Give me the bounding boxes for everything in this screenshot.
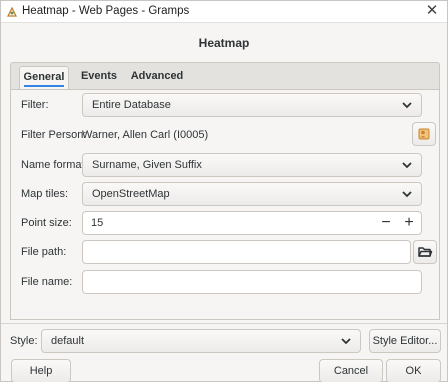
filter-person-label: Filter Person: <box>21 129 87 141</box>
map-tiles-label: Map tiles: <box>21 188 69 200</box>
filter-value: Entire Database <box>92 99 171 111</box>
point-size-spinbutton[interactable]: 15 − + <box>82 211 422 235</box>
ok-button[interactable]: OK <box>386 359 441 382</box>
file-name-label: File name: <box>21 276 73 288</box>
dialog-heading: Heatmap <box>198 36 250 50</box>
increase-button[interactable]: + <box>398 212 420 234</box>
tab-general-label: General <box>23 71 65 87</box>
name-format-label: Name format: <box>21 159 88 171</box>
file-name-field[interactable] <box>82 270 422 294</box>
title-bar[interactable]: Heatmap - Web Pages - Gramps ✕ <box>1 1 447 23</box>
select-person-button[interactable] <box>412 122 436 146</box>
help-button[interactable]: Help <box>11 359 71 382</box>
style-value: default <box>51 335 85 347</box>
window-title: Heatmap - Web Pages - Gramps <box>22 5 190 17</box>
tab-events-label: Events <box>80 70 118 82</box>
cancel-button[interactable]: Cancel <box>319 359 383 382</box>
name-format-combo[interactable]: Surname, Given Suffix <box>82 153 422 177</box>
filter-label: Filter: <box>21 99 49 111</box>
browse-folder-button[interactable] <box>413 240 437 264</box>
tab-advanced[interactable]: Advanced <box>129 66 185 90</box>
options-notebook: General Events Advanced Filter: Entire D… <box>10 62 440 320</box>
point-size-value: 15 <box>91 217 104 229</box>
name-format-value: Surname, Given Suffix <box>92 159 202 171</box>
decrease-button[interactable]: − <box>375 212 397 234</box>
gramps-app-icon <box>7 6 17 17</box>
tab-bar: General Events Advanced <box>10 62 440 90</box>
chevron-down-icon <box>402 102 412 109</box>
close-icon[interactable]: ✕ <box>424 3 440 19</box>
filter-combo[interactable]: Entire Database <box>82 93 422 117</box>
tab-advanced-label: Advanced <box>130 70 184 82</box>
style-label: Style: <box>10 335 38 347</box>
chevron-down-icon <box>402 191 412 198</box>
general-page: Filter: Entire Database Filter Person: W… <box>10 89 440 320</box>
filter-person-value: Warner, Allen Carl (I0005) <box>82 129 209 141</box>
tab-general[interactable]: General <box>19 66 69 90</box>
chevron-down-icon <box>402 162 412 169</box>
style-combo[interactable]: default <box>41 329 361 353</box>
point-size-label: Point size: <box>21 217 72 229</box>
folder-open-icon <box>418 247 433 257</box>
person-select-icon <box>418 128 430 140</box>
map-tiles-combo[interactable]: OpenStreetMap <box>82 182 422 206</box>
dialog-header: Heatmap <box>1 24 447 60</box>
file-path-field[interactable] <box>82 240 411 264</box>
chevron-down-icon <box>341 338 351 345</box>
map-tiles-value: OpenStreetMap <box>92 188 170 200</box>
file-path-label: File path: <box>21 246 67 258</box>
style-editor-button[interactable]: Style Editor... <box>369 329 441 353</box>
tab-events[interactable]: Events <box>76 66 122 90</box>
dialog-window: Heatmap - Web Pages - Gramps ✕ Heatmap G… <box>0 0 448 382</box>
separator <box>1 323 447 324</box>
